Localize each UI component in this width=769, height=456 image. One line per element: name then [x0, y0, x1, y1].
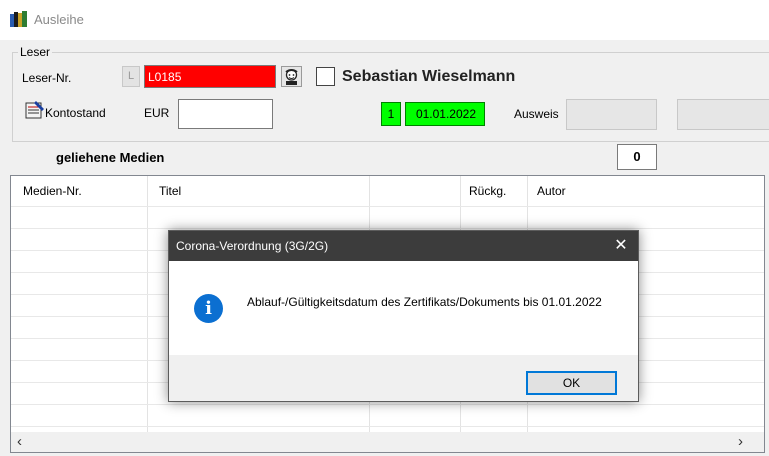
column-header-autor[interactable]: Autor [537, 184, 566, 198]
face-button[interactable] [281, 66, 302, 87]
name-checkbox[interactable] [316, 67, 335, 86]
horizontal-scrollbar[interactable]: ‹ › [11, 432, 764, 452]
scroll-right-icon[interactable]: › [738, 433, 743, 450]
leser-name: Sebastian Wieselmann [342, 68, 516, 85]
row-line [11, 228, 764, 229]
ausweis-extra-field[interactable] [677, 99, 769, 130]
row-line [11, 426, 764, 427]
leser-type-badge[interactable]: L [122, 66, 140, 87]
eur-input[interactable] [178, 99, 273, 129]
status-number: 1 [381, 102, 401, 126]
books-icon [10, 11, 28, 27]
dialog-title-bar[interactable]: Corona-Verordnung (3G/2G) ✕ [169, 231, 638, 261]
medien-count: 0 [617, 144, 657, 170]
corona-dialog: Corona-Verordnung (3G/2G) ✕ i Ablauf-/Gü… [168, 230, 639, 402]
geliehene-medien-heading: geliehene Medien [56, 150, 165, 165]
kontostand-label: Kontostand [45, 106, 106, 120]
leser-nr-input[interactable]: L0185 [144, 65, 276, 88]
window-title: Ausleihe [34, 12, 84, 27]
info-icon: i [194, 294, 223, 323]
ledger-icon[interactable] [24, 99, 46, 121]
dialog-message: Ablauf-/Gültigkeitsdatum des Zertifikats… [247, 295, 602, 309]
list-header: Medien-Nr. Titel Rückg. Autor [11, 176, 764, 206]
status-date: 01.01.2022 [405, 102, 485, 126]
column-header-medien-nr[interactable]: Medien-Nr. [23, 184, 82, 198]
ausweis-label: Ausweis [514, 107, 559, 121]
dialog-title: Corona-Verordnung (3G/2G) [176, 239, 329, 253]
column-separator [147, 176, 148, 436]
row-line [11, 404, 764, 405]
eur-label: EUR [144, 106, 170, 120]
face-icon [285, 69, 298, 85]
ok-button[interactable]: OK [526, 371, 617, 395]
column-header-rueckg[interactable]: Rückg. [469, 184, 506, 198]
column-header-titel[interactable]: Titel [159, 184, 181, 198]
title-bar: Ausleihe [0, 0, 769, 40]
leser-nr-label: Leser-Nr. [22, 71, 72, 85]
close-icon[interactable]: ✕ [606, 234, 636, 258]
scroll-left-icon[interactable]: ‹ [17, 433, 22, 450]
row-line [11, 206, 764, 207]
ausweis-input[interactable] [566, 99, 657, 130]
leser-group-label: Leser [18, 45, 53, 59]
